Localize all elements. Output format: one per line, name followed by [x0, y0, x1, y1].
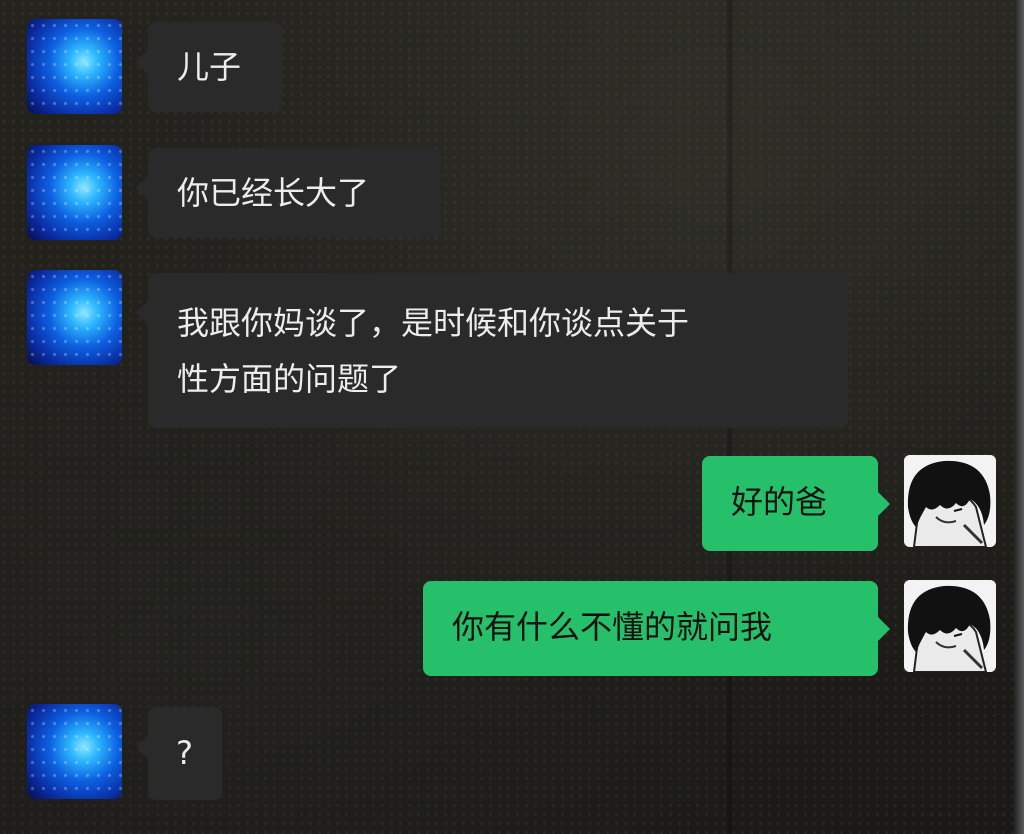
right-edge-strip: [1014, 0, 1024, 834]
sender-avatar[interactable]: [27, 270, 122, 365]
outgoing-message-bubble[interactable]: 好的爸: [702, 456, 890, 551]
incoming-message-bubble[interactable]: 我跟你妈谈了，是时候和你谈点关于 性方面的问题了: [136, 273, 848, 428]
message-text-line-2: 性方面的问题了: [177, 360, 402, 398]
anime-boy-icon: [904, 580, 996, 672]
sender-avatar[interactable]: [27, 19, 122, 114]
sender-avatar[interactable]: [27, 704, 122, 799]
message-text: 儿子: [177, 48, 242, 86]
outgoing-message-bubble[interactable]: 你有什么不懂的就问我: [423, 581, 890, 676]
message-text: ?: [176, 734, 193, 772]
my-avatar[interactable]: [904, 455, 996, 547]
message-text-line-1: 我跟你妈谈了，是时候和你谈点关于: [177, 304, 690, 342]
message-text: 好的爸: [731, 483, 828, 521]
my-avatar[interactable]: [904, 580, 996, 672]
incoming-message-bubble[interactable]: ?: [136, 707, 222, 800]
incoming-message-bubble[interactable]: 儿子: [136, 22, 282, 112]
message-text: 你有什么不懂的就问我: [452, 608, 773, 646]
sender-avatar[interactable]: [27, 145, 122, 240]
incoming-message-bubble[interactable]: 你已经长大了: [136, 148, 440, 238]
anime-boy-icon: [904, 455, 996, 547]
message-text: 你已经长大了: [177, 174, 370, 212]
